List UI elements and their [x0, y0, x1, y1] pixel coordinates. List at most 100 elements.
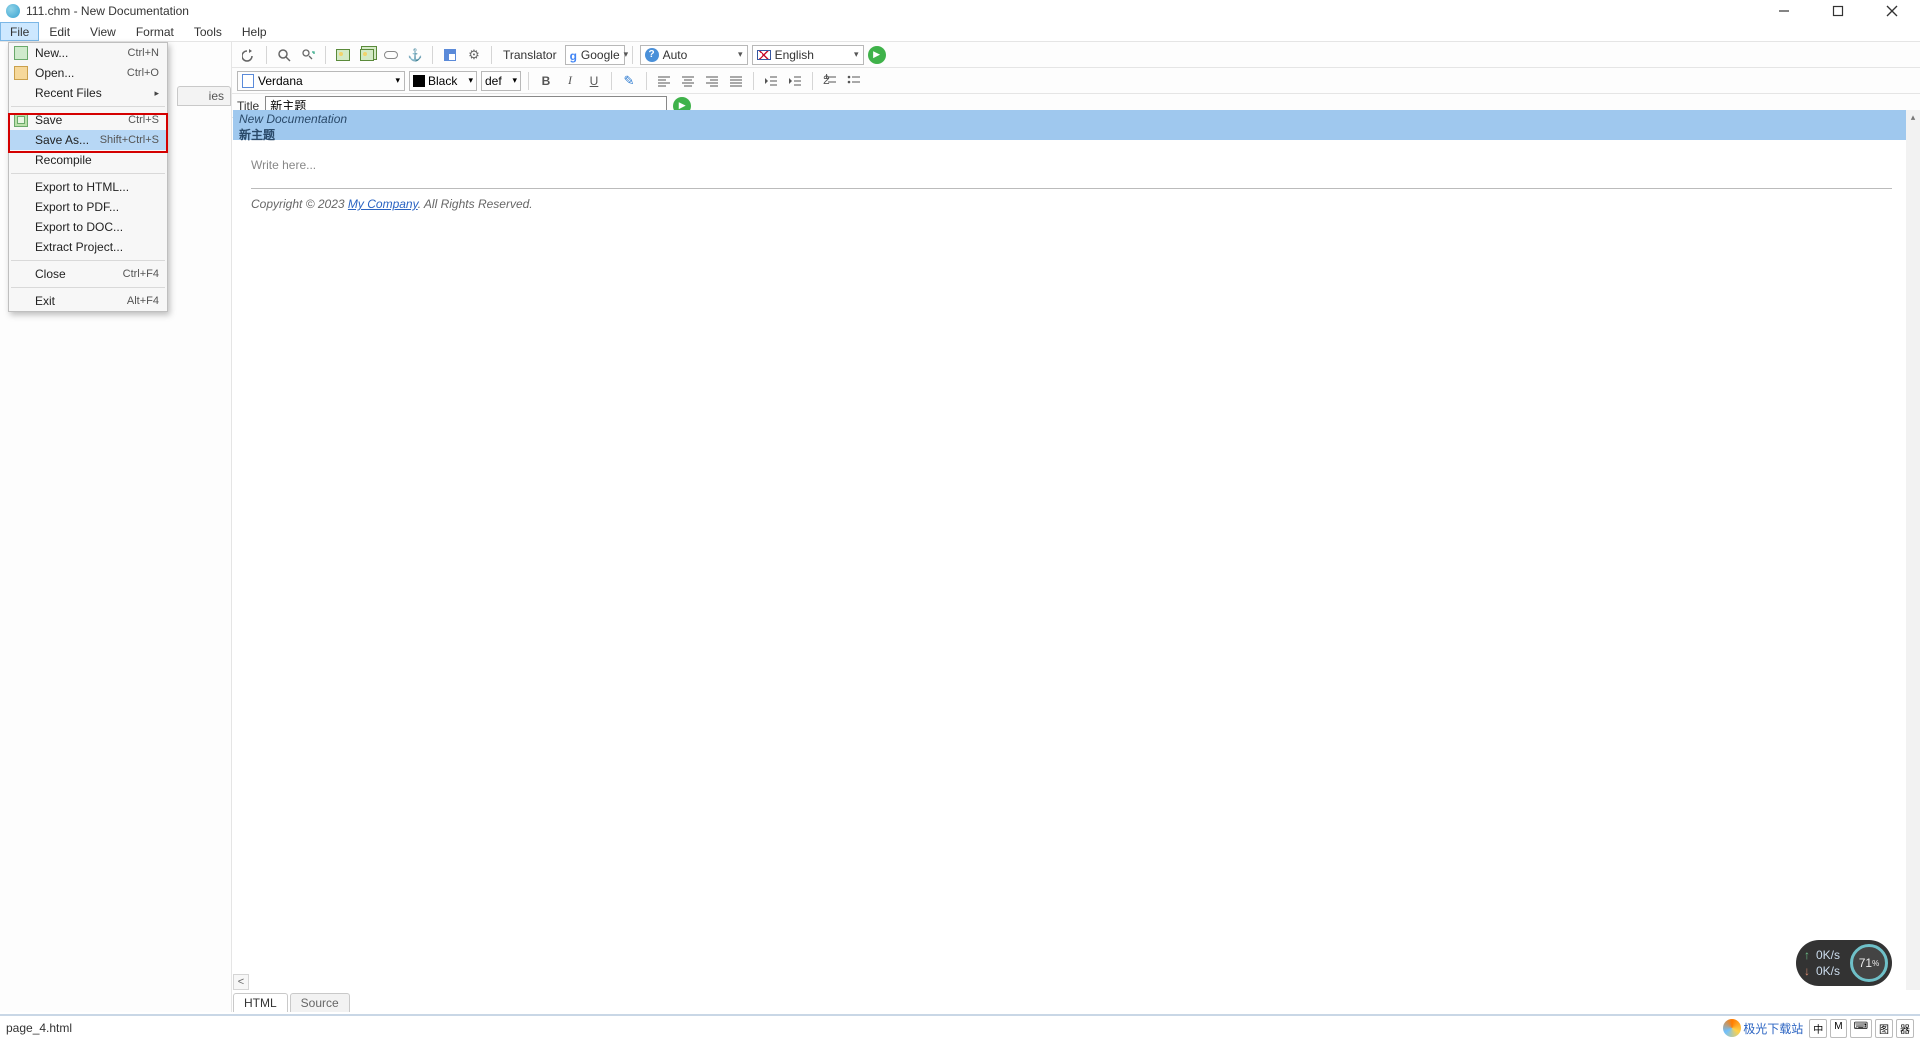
usage-percent: 71 — [1859, 956, 1872, 970]
google-icon: g — [570, 49, 577, 61]
question-icon: ? — [645, 48, 659, 62]
chevron-down-icon: ▾ — [854, 49, 859, 60]
ime-keyboard-icon[interactable]: ⌨ — [1850, 1019, 1872, 1038]
separator — [528, 72, 529, 90]
breadcrumb-project[interactable]: New Documentation — [239, 112, 1904, 126]
font-icon — [242, 74, 254, 88]
editor-placeholder: Write here... — [251, 158, 1892, 172]
svg-text:2: 2 — [823, 74, 830, 87]
editor-body[interactable]: Write here... Copyright © 2023 My Compan… — [233, 140, 1910, 990]
menu-item-export-pdf[interactable]: Export to PDF... — [9, 197, 167, 217]
target-language-value: English — [775, 48, 814, 62]
search-icon[interactable] — [274, 45, 294, 65]
menu-view[interactable]: View — [80, 22, 126, 41]
upload-rate: 0K/s — [1816, 948, 1850, 962]
menu-item-export-html[interactable]: Export to HTML... — [9, 177, 167, 197]
ime-m[interactable]: M — [1830, 1019, 1846, 1038]
window-title: 111.chm - New Documentation — [26, 4, 189, 18]
align-right-icon[interactable] — [702, 71, 722, 91]
editor-view-tabs: HTML Source — [233, 990, 350, 1012]
ime-tu[interactable]: 图 — [1875, 1019, 1893, 1038]
insert-link-icon[interactable] — [381, 45, 401, 65]
highlight-icon[interactable]: ✎ — [619, 71, 639, 91]
menu-item-recompile[interactable]: Recompile — [9, 150, 167, 170]
left-tab-peek[interactable]: ies — [177, 86, 231, 106]
align-left-icon[interactable] — [654, 71, 674, 91]
chevron-down-icon: ▾ — [395, 75, 400, 86]
source-language-select[interactable]: ? Auto ▾ — [640, 45, 748, 65]
settings-icon[interactable]: ⚙ — [464, 45, 484, 65]
align-justify-icon[interactable] — [726, 71, 746, 91]
translator-provider-select[interactable]: g Google ▾ — [565, 45, 625, 65]
menu-item-save[interactable]: Save Ctrl+S — [9, 110, 167, 130]
menu-item-recent-files[interactable]: Recent Files ▸ — [9, 83, 167, 103]
font-color-value: Black — [428, 74, 457, 88]
redo-icon[interactable] — [239, 45, 259, 65]
submenu-arrow-icon: ▸ — [154, 88, 159, 99]
indent-icon[interactable] — [785, 71, 805, 91]
separator — [432, 46, 433, 64]
close-button[interactable] — [1874, 2, 1910, 20]
open-folder-icon — [13, 65, 29, 81]
separator — [491, 46, 492, 64]
font-color-select[interactable]: Black ▾ — [409, 71, 477, 91]
maximize-button[interactable] — [1820, 2, 1856, 20]
separator — [646, 72, 647, 90]
window-controls — [1766, 2, 1914, 20]
usage-gauge: 71% — [1850, 944, 1888, 982]
menu-file[interactable]: File — [0, 22, 39, 41]
separator — [11, 287, 165, 288]
separator — [325, 46, 326, 64]
target-language-select[interactable]: English ▾ — [752, 45, 864, 65]
toolbar-format: Verdana ▾ Black ▾ def ▾ B I U ✎ 12 — [0, 68, 1920, 94]
menubar: File Edit View Format Tools Help — [0, 22, 1920, 42]
minimize-button[interactable] — [1766, 2, 1802, 20]
menu-item-open[interactable]: Open... Ctrl+O — [9, 63, 167, 83]
insert-table-icon[interactable] — [440, 45, 460, 65]
separator — [753, 72, 754, 90]
site-name: 极光下载站 — [1743, 1020, 1803, 1037]
menu-item-extract-project[interactable]: Extract Project... — [9, 237, 167, 257]
align-center-icon[interactable] — [678, 71, 698, 91]
scroll-up-icon[interactable]: ▴ — [1906, 110, 1920, 124]
file-menu-dropdown: New... Ctrl+N Open... Ctrl+O Recent File… — [8, 42, 168, 312]
insert-images-icon[interactable] — [357, 45, 377, 65]
menu-item-exit[interactable]: Exit Alt+F4 — [9, 291, 167, 311]
breadcrumb: New Documentation 新主题 — [233, 110, 1910, 140]
bold-button[interactable]: B — [536, 71, 556, 91]
tab-html[interactable]: HTML — [233, 993, 288, 1012]
chevron-down-icon: ▾ — [738, 49, 743, 60]
menu-item-save-as[interactable]: Save As... Shift+Ctrl+S — [9, 130, 167, 150]
menu-tools[interactable]: Tools — [184, 22, 232, 41]
ime-mode[interactable]: 中 — [1809, 1019, 1827, 1038]
separator — [611, 72, 612, 90]
separator — [11, 173, 165, 174]
underline-button[interactable]: U — [584, 71, 604, 91]
numbered-list-icon[interactable]: 12 — [820, 71, 840, 91]
menu-format[interactable]: Format — [126, 22, 184, 41]
tab-source[interactable]: Source — [290, 993, 350, 1012]
ime-qi[interactable]: 器 — [1896, 1019, 1914, 1038]
bullet-list-icon[interactable] — [844, 71, 864, 91]
menu-item-close[interactable]: Close Ctrl+F4 — [9, 264, 167, 284]
font-size-select[interactable]: def ▾ — [481, 71, 521, 91]
menu-help[interactable]: Help — [232, 22, 277, 41]
font-size-value: def — [485, 74, 502, 88]
font-family-select[interactable]: Verdana ▾ — [237, 71, 405, 91]
insert-anchor-icon[interactable]: ⚓ — [405, 45, 425, 65]
vertical-scrollbar[interactable]: ▴ — [1906, 110, 1920, 990]
outdent-icon[interactable] — [761, 71, 781, 91]
company-link[interactable]: My Company — [348, 197, 418, 211]
status-tray: 极光下载站 中 M ⌨ 图 器 — [1723, 1019, 1914, 1038]
menu-edit[interactable]: Edit — [39, 22, 80, 41]
menu-item-export-doc[interactable]: Export to DOC... — [9, 217, 167, 237]
network-speed-widget[interactable]: ↑↓ 0K/s 0K/s 71% — [1796, 940, 1892, 986]
scroll-left-icon[interactable]: < — [233, 974, 249, 990]
insert-image-icon[interactable] — [333, 45, 353, 65]
divider — [251, 188, 1892, 189]
replace-icon[interactable] — [298, 45, 318, 65]
menu-item-new[interactable]: New... Ctrl+N — [9, 43, 167, 63]
italic-button[interactable]: I — [560, 71, 580, 91]
status-text: page_4.html — [6, 1021, 72, 1035]
translate-run-button[interactable]: ▶ — [868, 46, 886, 64]
